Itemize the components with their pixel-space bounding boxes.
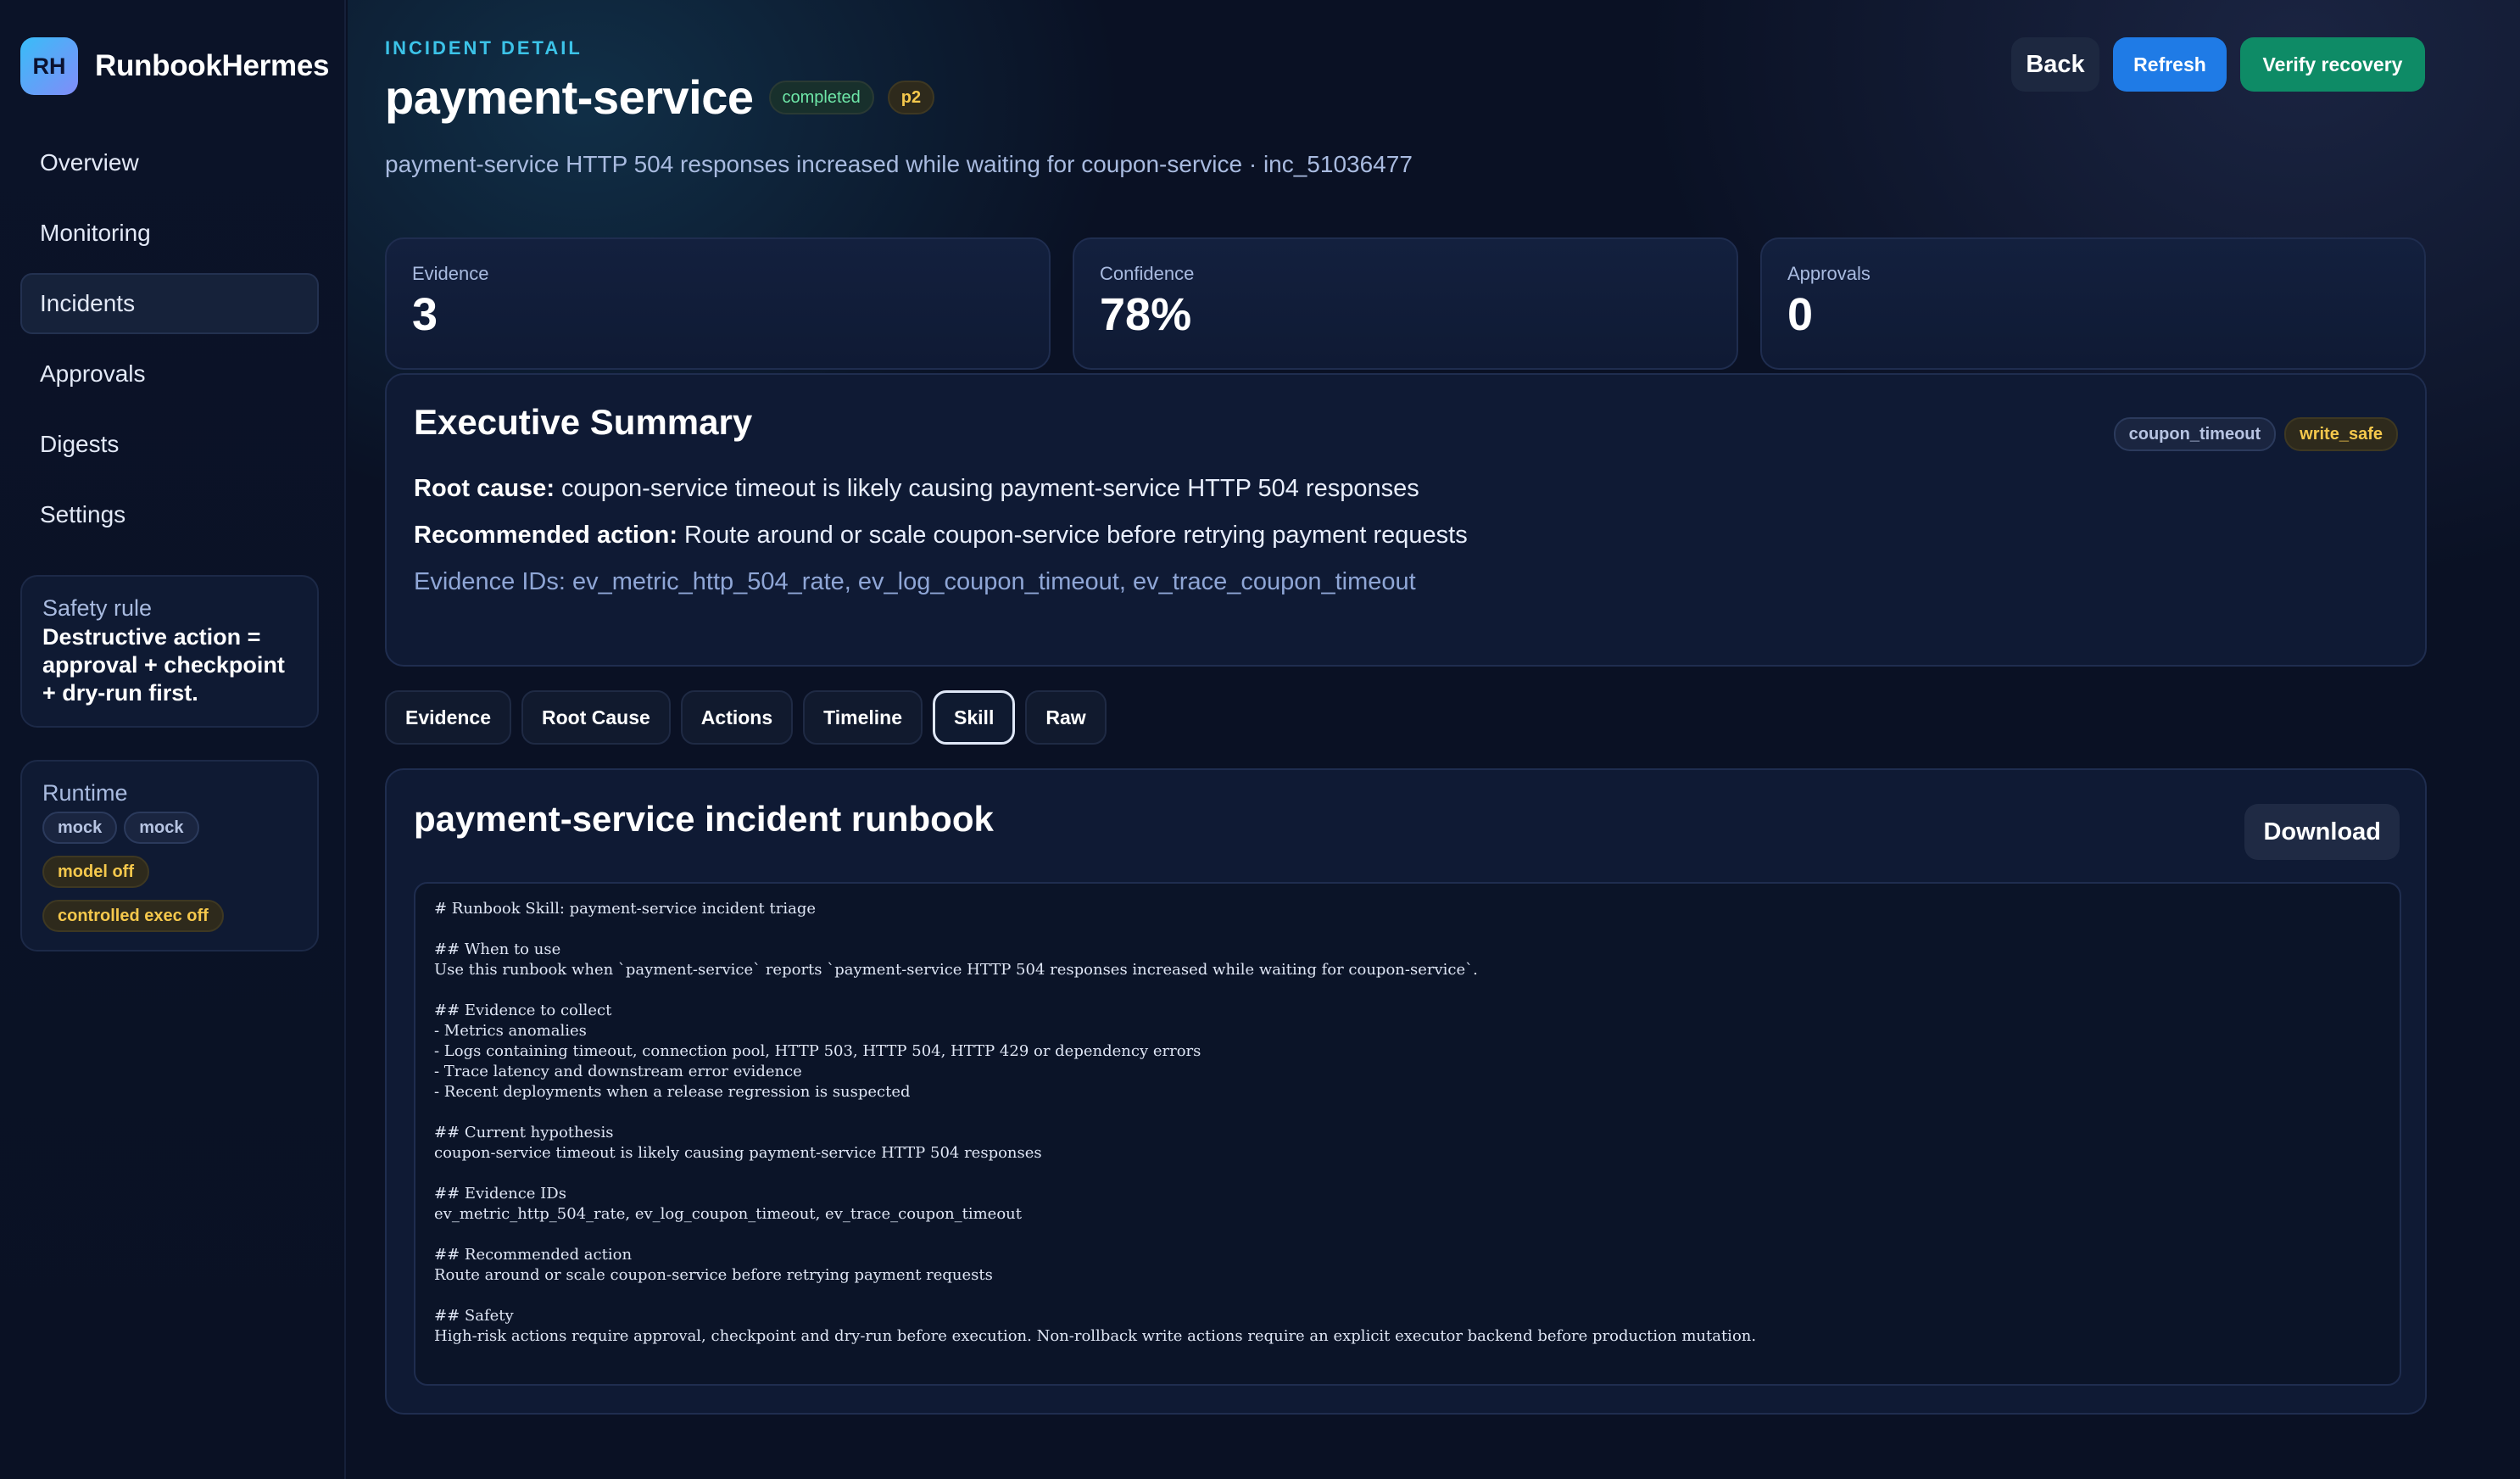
root-cause-label: Root cause: bbox=[414, 475, 555, 502]
stat-card-approvals: Approvals 0 bbox=[1760, 237, 2426, 370]
summary-title: Executive Summary bbox=[414, 402, 753, 442]
runtime-chip: mock bbox=[42, 812, 118, 844]
page-subtitle: payment-service HTTP 504 responses incre… bbox=[385, 151, 1413, 177]
stat-label: Approvals bbox=[1787, 263, 1870, 284]
status-badge: completed bbox=[768, 80, 874, 114]
sidebar-nav: Overview Monitoring Incidents Approvals … bbox=[20, 132, 319, 555]
detail-tabs: Evidence Root Cause Actions Timeline Ski… bbox=[385, 690, 1107, 745]
brand[interactable]: RH RunbookHermes bbox=[20, 37, 329, 95]
sidebar-item-approvals[interactable]: Approvals bbox=[20, 343, 319, 405]
safety-rule-card: Safety rule Destructive action = approva… bbox=[20, 575, 319, 728]
title-row: payment-service completed p2 bbox=[385, 70, 935, 125]
stat-label: Evidence bbox=[412, 263, 489, 284]
summary-tags: coupon_timeout write_safe bbox=[2113, 417, 2398, 451]
safety-rule-title: Safety rule bbox=[42, 595, 153, 621]
runbook-code-block[interactable]: # Runbook Skill: payment-service inciden… bbox=[414, 882, 2401, 1386]
tab-root-cause[interactable]: Root Cause bbox=[521, 690, 671, 745]
header-actions: Back Refresh Verify recovery bbox=[2011, 37, 2425, 92]
stats-row: Evidence 3 Confidence 78% Approvals 0 bbox=[385, 237, 2426, 370]
refresh-button[interactable]: Refresh bbox=[2113, 37, 2227, 92]
download-button[interactable]: Download bbox=[2244, 804, 2400, 860]
runtime-chip-model: model off bbox=[42, 856, 149, 888]
page-eyebrow: INCIDENT DETAIL bbox=[385, 37, 583, 59]
runtime-card: Runtime mock mock model off controlled e… bbox=[20, 760, 319, 952]
tab-actions[interactable]: Actions bbox=[680, 690, 794, 745]
stat-label: Confidence bbox=[1100, 263, 1195, 284]
safety-rule-text: Destructive action = approval + checkpoi… bbox=[42, 624, 285, 706]
runtime-chip: mock bbox=[124, 812, 199, 844]
tab-raw[interactable]: Raw bbox=[1025, 690, 1107, 745]
recommended-action-line: Recommended action: Route around or scal… bbox=[414, 522, 2398, 550]
tag-write-safe: write_safe bbox=[2284, 417, 2398, 451]
recommended-action-text: Route around or scale coupon-service bef… bbox=[677, 522, 1468, 549]
tab-timeline[interactable]: Timeline bbox=[803, 690, 923, 745]
verify-recovery-button[interactable]: Verify recovery bbox=[2240, 37, 2425, 92]
priority-badge: p2 bbox=[887, 80, 935, 114]
sidebar-item-overview[interactable]: Overview bbox=[20, 132, 319, 193]
stat-value: 3 bbox=[412, 289, 438, 340]
runtime-title: Runtime bbox=[42, 780, 128, 806]
stat-card-evidence: Evidence 3 bbox=[385, 237, 1051, 370]
root-cause-text: coupon-service timeout is likely causing… bbox=[554, 475, 1419, 502]
tab-evidence[interactable]: Evidence bbox=[385, 690, 511, 745]
skill-title: payment-service incident runbook bbox=[414, 799, 994, 839]
stat-value: 0 bbox=[1787, 289, 1814, 340]
sidebar-item-digests[interactable]: Digests bbox=[20, 414, 319, 475]
evidence-ids-line: Evidence IDs: ev_metric_http_504_rate, e… bbox=[414, 568, 1416, 595]
app-window: RH RunbookHermes Overview Monitoring Inc… bbox=[0, 0, 2520, 1479]
back-button[interactable]: Back bbox=[2011, 37, 2099, 92]
runbook-content: # Runbook Skill: payment-service inciden… bbox=[434, 900, 1757, 1345]
tab-skill[interactable]: Skill bbox=[933, 690, 1016, 745]
executive-summary-card: Executive Summary coupon_timeout write_s… bbox=[385, 373, 2427, 667]
runtime-chip-exec: controlled exec off bbox=[42, 900, 224, 932]
brand-name: RunbookHermes bbox=[95, 49, 330, 82]
sidebar: RH RunbookHermes Overview Monitoring Inc… bbox=[0, 0, 346, 1479]
tag-coupon-timeout: coupon_timeout bbox=[2113, 417, 2277, 451]
sidebar-item-settings[interactable]: Settings bbox=[20, 484, 319, 545]
main-content: INCIDENT DETAIL payment-service complete… bbox=[348, 0, 2520, 1479]
sidebar-item-incidents[interactable]: Incidents bbox=[20, 273, 319, 334]
stat-card-confidence: Confidence 78% bbox=[1073, 237, 1738, 370]
recommended-action-label: Recommended action: bbox=[414, 522, 677, 549]
skill-panel: payment-service incident runbook Downloa… bbox=[385, 768, 2427, 1415]
root-cause-line: Root cause: coupon-service timeout is li… bbox=[414, 475, 2398, 503]
sidebar-item-monitoring[interactable]: Monitoring bbox=[20, 203, 319, 264]
page-title: payment-service bbox=[385, 70, 754, 124]
brand-logo-icon: RH bbox=[20, 37, 78, 95]
stat-value: 78% bbox=[1100, 289, 1192, 340]
runtime-chips: mock mock bbox=[42, 812, 297, 844]
